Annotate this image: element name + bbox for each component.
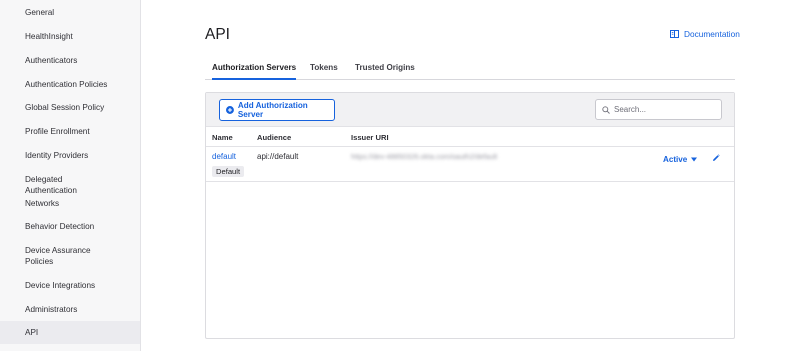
sidebar-item-general[interactable]: General	[0, 7, 140, 18]
add-authorization-server-label: Add Authorization Server	[237, 101, 308, 119]
sidebar-item-delegated-authentication[interactable]: Delegated Authentication	[0, 174, 140, 196]
authorization-servers-panel: Add Authorization Server Name Audience I…	[205, 92, 735, 339]
add-authorization-server-button[interactable]: Add Authorization Server	[219, 99, 335, 121]
table-row: default Default api://default https://de…	[206, 147, 734, 182]
sidebar-item-device-integrations[interactable]: Device Integrations	[0, 280, 140, 291]
table-header: Name Audience Issuer URI	[206, 127, 734, 147]
audience-value: api://default	[257, 152, 299, 161]
sidebar-item-authentication-policies[interactable]: Authentication Policies	[0, 79, 140, 90]
sidebar-item-networks[interactable]: Networks	[0, 198, 140, 209]
search-box	[595, 99, 722, 120]
table-toolbar: Add Authorization Server	[206, 93, 734, 127]
caret-down-icon	[691, 157, 698, 162]
sidebar-item-identity-providers[interactable]: Identity Providers	[0, 150, 140, 161]
server-name-link[interactable]: default	[212, 152, 236, 161]
status-dropdown[interactable]: Active	[663, 155, 698, 164]
column-header-issuer-uri: Issuer URI	[351, 133, 389, 142]
sidebar-item-global-session-policy[interactable]: Global Session Policy	[0, 102, 140, 113]
default-badge: Default	[212, 166, 245, 177]
sidebar-item-device-assurance-policies[interactable]: Device Assurance Policies	[0, 245, 140, 267]
sidebar: General HealthInsight Authenticators Aut…	[0, 0, 141, 351]
issuer-uri-value: https://dev-48850326.okta.com/oauth2/def…	[351, 152, 498, 161]
tab-tokens[interactable]: Tokens	[310, 63, 338, 80]
sidebar-item-api[interactable]: API	[0, 321, 140, 344]
edit-pencil-icon[interactable]	[712, 154, 720, 162]
sidebar-item-behavior-detection[interactable]: Behavior Detection	[0, 221, 140, 232]
main-content: API Documentation Authorization Servers …	[141, 0, 800, 351]
page-title: API	[205, 26, 230, 43]
documentation-link[interactable]: Documentation	[670, 29, 740, 39]
search-input[interactable]	[614, 105, 714, 114]
documentation-link-label: Documentation	[684, 29, 740, 39]
column-header-audience: Audience	[257, 133, 292, 142]
status-label: Active	[663, 155, 688, 164]
tab-trusted-origins[interactable]: Trusted Origins	[355, 63, 415, 80]
tab-authorization-servers[interactable]: Authorization Servers	[212, 63, 297, 80]
column-header-name: Name	[212, 133, 233, 142]
sidebar-item-administrators[interactable]: Administrators	[0, 304, 140, 315]
sidebar-item-healthinsight[interactable]: HealthInsight	[0, 31, 140, 42]
book-icon	[670, 30, 679, 38]
tab-bar: Authorization Servers Tokens Trusted Ori…	[205, 57, 735, 80]
search-icon	[602, 105, 610, 114]
plus-circle-icon	[226, 106, 234, 114]
sidebar-item-authenticators[interactable]: Authenticators	[0, 55, 140, 66]
sidebar-item-profile-enrollment[interactable]: Profile Enrollment	[0, 126, 140, 137]
